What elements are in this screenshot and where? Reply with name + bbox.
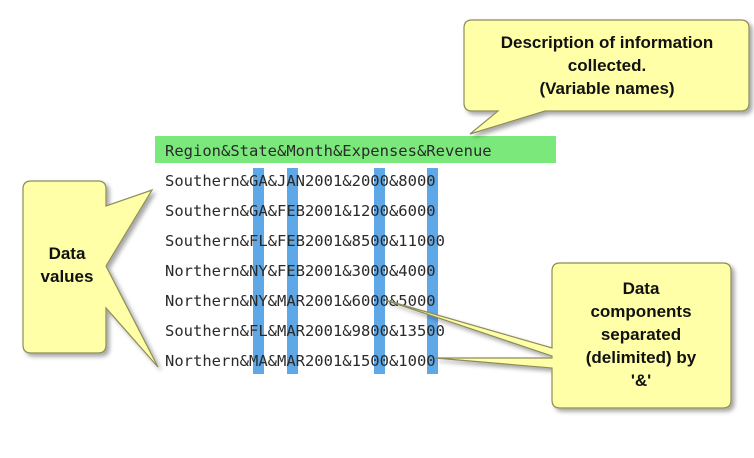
callout-delimiter-line-3: separated: [601, 325, 681, 344]
csv-delimiter-diagram: Region&State&Month&Expenses&Revenue Sout…: [22, 19, 750, 409]
callout-delimiter-line-2: components: [590, 302, 691, 321]
callout-data-values-line-2: values: [41, 267, 94, 286]
callout-data-values-line-1: Data: [49, 244, 86, 263]
data-file-text: Region&State&Month&Expenses&Revenue Sout…: [165, 142, 492, 370]
callout-delimiter-line-1: Data: [623, 279, 660, 298]
data-row: Southern&FL&FEB2001&8500&11000: [165, 232, 445, 250]
header-line: Region&State&Month&Expenses&Revenue: [165, 142, 492, 160]
callout-variable-names-line-2: collected.: [568, 56, 646, 75]
callout-variable-names-line-1: Description of information: [501, 33, 714, 52]
callout-delimiter-line-4: (delimited) by: [586, 348, 697, 367]
data-row: Southern&FL&MAR2001&9800&13500: [165, 322, 445, 340]
callout-delimiter-line-5: '&': [631, 371, 651, 390]
data-row: Northern&NY&MAR2001&6000&5000: [165, 292, 436, 310]
data-row: Northern&MA&MAR2001&1500&1000: [165, 352, 436, 370]
callout-variable-names-line-3: (Variable names): [539, 79, 674, 98]
data-row: Southern&GA&FEB2001&1200&6000: [165, 202, 436, 220]
data-row: Southern&GA&JAN2001&2000&8000: [165, 172, 436, 190]
data-row: Northern&NY&FEB2001&3000&4000: [165, 262, 436, 280]
